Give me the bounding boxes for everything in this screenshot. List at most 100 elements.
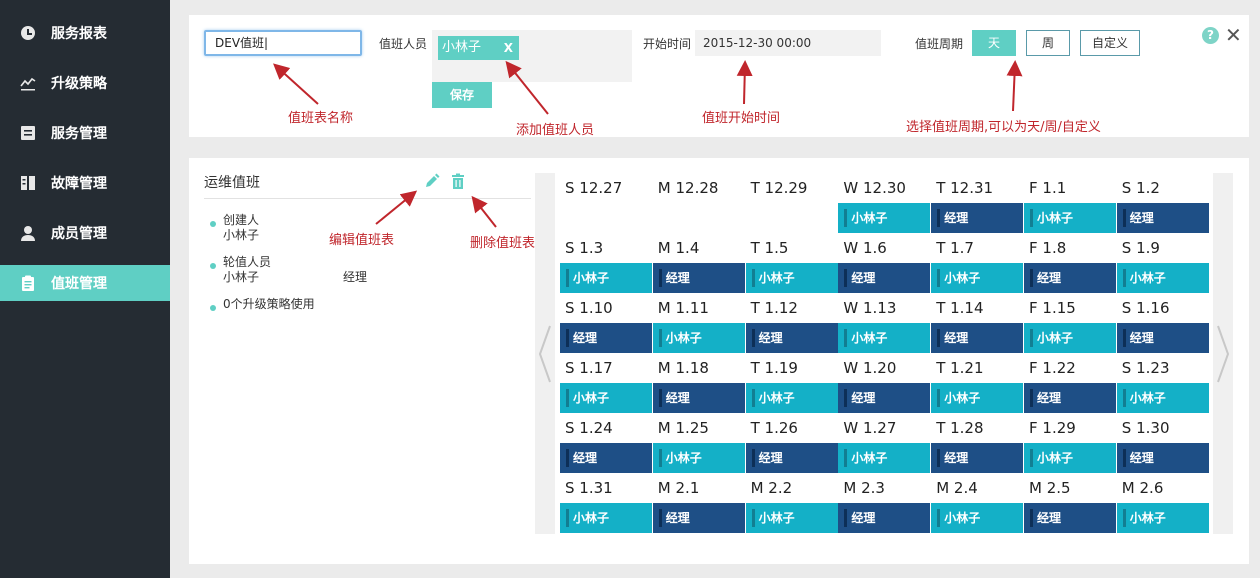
calendar-date: S 1.31 (560, 473, 652, 503)
calendar-date: F 1.1 (1024, 173, 1116, 203)
duty-slot[interactable]: 经理 (1024, 503, 1116, 533)
calendar-date: T 1.12 (745, 293, 838, 323)
duty-slot[interactable]: 经理 (838, 383, 931, 413)
duty-slot[interactable]: 小林子 (931, 503, 1024, 533)
calendar-next-button[interactable] (1213, 173, 1233, 534)
duty-slot[interactable]: 经理 (652, 263, 745, 293)
sidebar-item-label: 服务管理 (51, 126, 107, 142)
creator-label: 创建人 (223, 213, 260, 227)
schedule-title: 运维值班 (204, 175, 260, 191)
duty-slot[interactable]: 经理 (652, 503, 745, 533)
sidebar-item-service-report[interactable]: 服务报表 (0, 15, 170, 51)
calendar-date: S 1.30 (1116, 413, 1209, 443)
duty-slot[interactable]: 小林子 (560, 383, 652, 413)
duty-slot[interactable]: 经理 (838, 503, 931, 533)
empty-slot (745, 203, 838, 233)
save-button[interactable]: 保存 (432, 82, 492, 108)
duty-slot[interactable]: 经理 (1024, 383, 1116, 413)
policy-usage: 0个升级策略使用 (223, 297, 315, 311)
empty-slot (652, 203, 745, 233)
duty-slot[interactable]: 小林子 (560, 503, 652, 533)
duty-slot[interactable]: 经理 (1024, 263, 1116, 293)
duty-slot[interactable]: 小林子 (652, 443, 745, 473)
duty-slot[interactable]: 小林子 (745, 503, 838, 533)
duty-slot[interactable]: 经理 (745, 443, 838, 473)
sidebar-item-label: 值班管理 (51, 276, 107, 292)
start-time-label: 开始时间 (643, 37, 692, 51)
schedule-detail-panel: 运维值班 创建人 小林子 轮值人员 小林子 经理 0个升级策略使用 S 12.2… (189, 158, 1249, 564)
calendar-date: M 12.28 (652, 173, 745, 203)
duty-slot[interactable]: 小林子 (745, 383, 838, 413)
chevron-right-icon (1217, 325, 1230, 382)
duty-slot[interactable]: 小林子 (560, 263, 652, 293)
info-bullet (210, 263, 216, 269)
list-icon (19, 124, 37, 142)
duty-slot[interactable]: 小林子 (1116, 263, 1209, 293)
sidebar-item-member-manage[interactable]: 成员管理 (0, 215, 170, 251)
duty-slot[interactable]: 经理 (652, 383, 745, 413)
duty-slot[interactable]: 经理 (931, 323, 1024, 353)
duty-slot[interactable]: 经理 (1116, 203, 1209, 233)
duty-slot[interactable]: 小林子 (1116, 503, 1209, 533)
sidebar-item-duty-manage[interactable]: 值班管理 (0, 265, 170, 301)
sidebar-item-label: 成员管理 (51, 226, 107, 242)
divider (204, 198, 531, 199)
duty-slot[interactable]: 经理 (745, 323, 838, 353)
remove-member-button[interactable]: X (504, 36, 513, 60)
delete-icon[interactable] (450, 173, 466, 189)
member-tag-name: 小林子 (442, 40, 482, 55)
calendar-prev-button[interactable] (535, 173, 555, 534)
duty-slot[interactable]: 小林子 (1024, 203, 1116, 233)
duty-slot[interactable]: 经理 (560, 443, 652, 473)
calendar-date: F 1.8 (1024, 233, 1116, 263)
calendar-date: M 2.6 (1116, 473, 1209, 503)
rotation-member: 小林子 (223, 270, 260, 284)
sidebar-item-escalation[interactable]: 升级策略 (0, 65, 170, 101)
schedule-name-input[interactable]: DEV值班| (204, 30, 362, 56)
duty-slot[interactable]: 经理 (560, 323, 652, 353)
calendar-date: M 1.25 (652, 413, 745, 443)
period-custom-button[interactable]: 自定义 (1080, 30, 1140, 56)
duty-slot[interactable]: 小林子 (1024, 443, 1116, 473)
duty-slot[interactable]: 小林子 (838, 323, 931, 353)
duty-slot[interactable]: 小林子 (1116, 383, 1209, 413)
sidebar-item-fault-manage[interactable]: 故障管理 (0, 165, 170, 201)
start-time-input[interactable]: 2015-12-30 00:00 (695, 30, 881, 56)
empty-slot (560, 203, 652, 233)
calendar-date: T 12.31 (931, 173, 1024, 203)
calendar-date: S 1.3 (560, 233, 652, 263)
duty-slot[interactable]: 小林子 (838, 203, 931, 233)
close-icon[interactable]: ✕ (1225, 23, 1242, 47)
members-input[interactable]: 小林子 X (432, 30, 632, 82)
calendar-date: S 1.24 (560, 413, 652, 443)
duty-slot[interactable]: 经理 (931, 443, 1024, 473)
creator-name: 小林子 (223, 228, 260, 242)
duty-slot[interactable]: 小林子 (1024, 323, 1116, 353)
period-week-button[interactable]: 周 (1026, 30, 1070, 56)
duty-slot[interactable]: 经理 (1116, 323, 1209, 353)
calendar-date: W 12.30 (838, 173, 931, 203)
duty-slot[interactable]: 经理 (838, 263, 931, 293)
duty-slot[interactable]: 经理 (931, 203, 1024, 233)
calendar-date: W 1.13 (838, 293, 931, 323)
duty-slot[interactable]: 小林子 (931, 263, 1024, 293)
edit-icon[interactable] (424, 173, 440, 189)
calendar-date: T 1.19 (745, 353, 838, 383)
sidebar-item-service-manage[interactable]: 服务管理 (0, 115, 170, 151)
calendar-date: M 2.2 (745, 473, 838, 503)
calendar-date: S 1.2 (1116, 173, 1209, 203)
calendar-date: T 1.5 (745, 233, 838, 263)
help-icon[interactable]: ? (1202, 27, 1219, 44)
calendar-date: F 1.29 (1024, 413, 1116, 443)
calendar-date: T 1.26 (745, 413, 838, 443)
user-icon (19, 224, 37, 242)
calendar-date: T 1.7 (931, 233, 1024, 263)
duty-slot[interactable]: 小林子 (745, 263, 838, 293)
duty-slot[interactable]: 小林子 (838, 443, 931, 473)
period-day-button[interactable]: 天 (972, 30, 1016, 56)
info-bullet (210, 305, 216, 311)
duty-slot[interactable]: 小林子 (931, 383, 1024, 413)
duty-slot[interactable]: 经理 (1116, 443, 1209, 473)
duty-slot[interactable]: 小林子 (652, 323, 745, 353)
calendar-date: S 1.23 (1116, 353, 1209, 383)
